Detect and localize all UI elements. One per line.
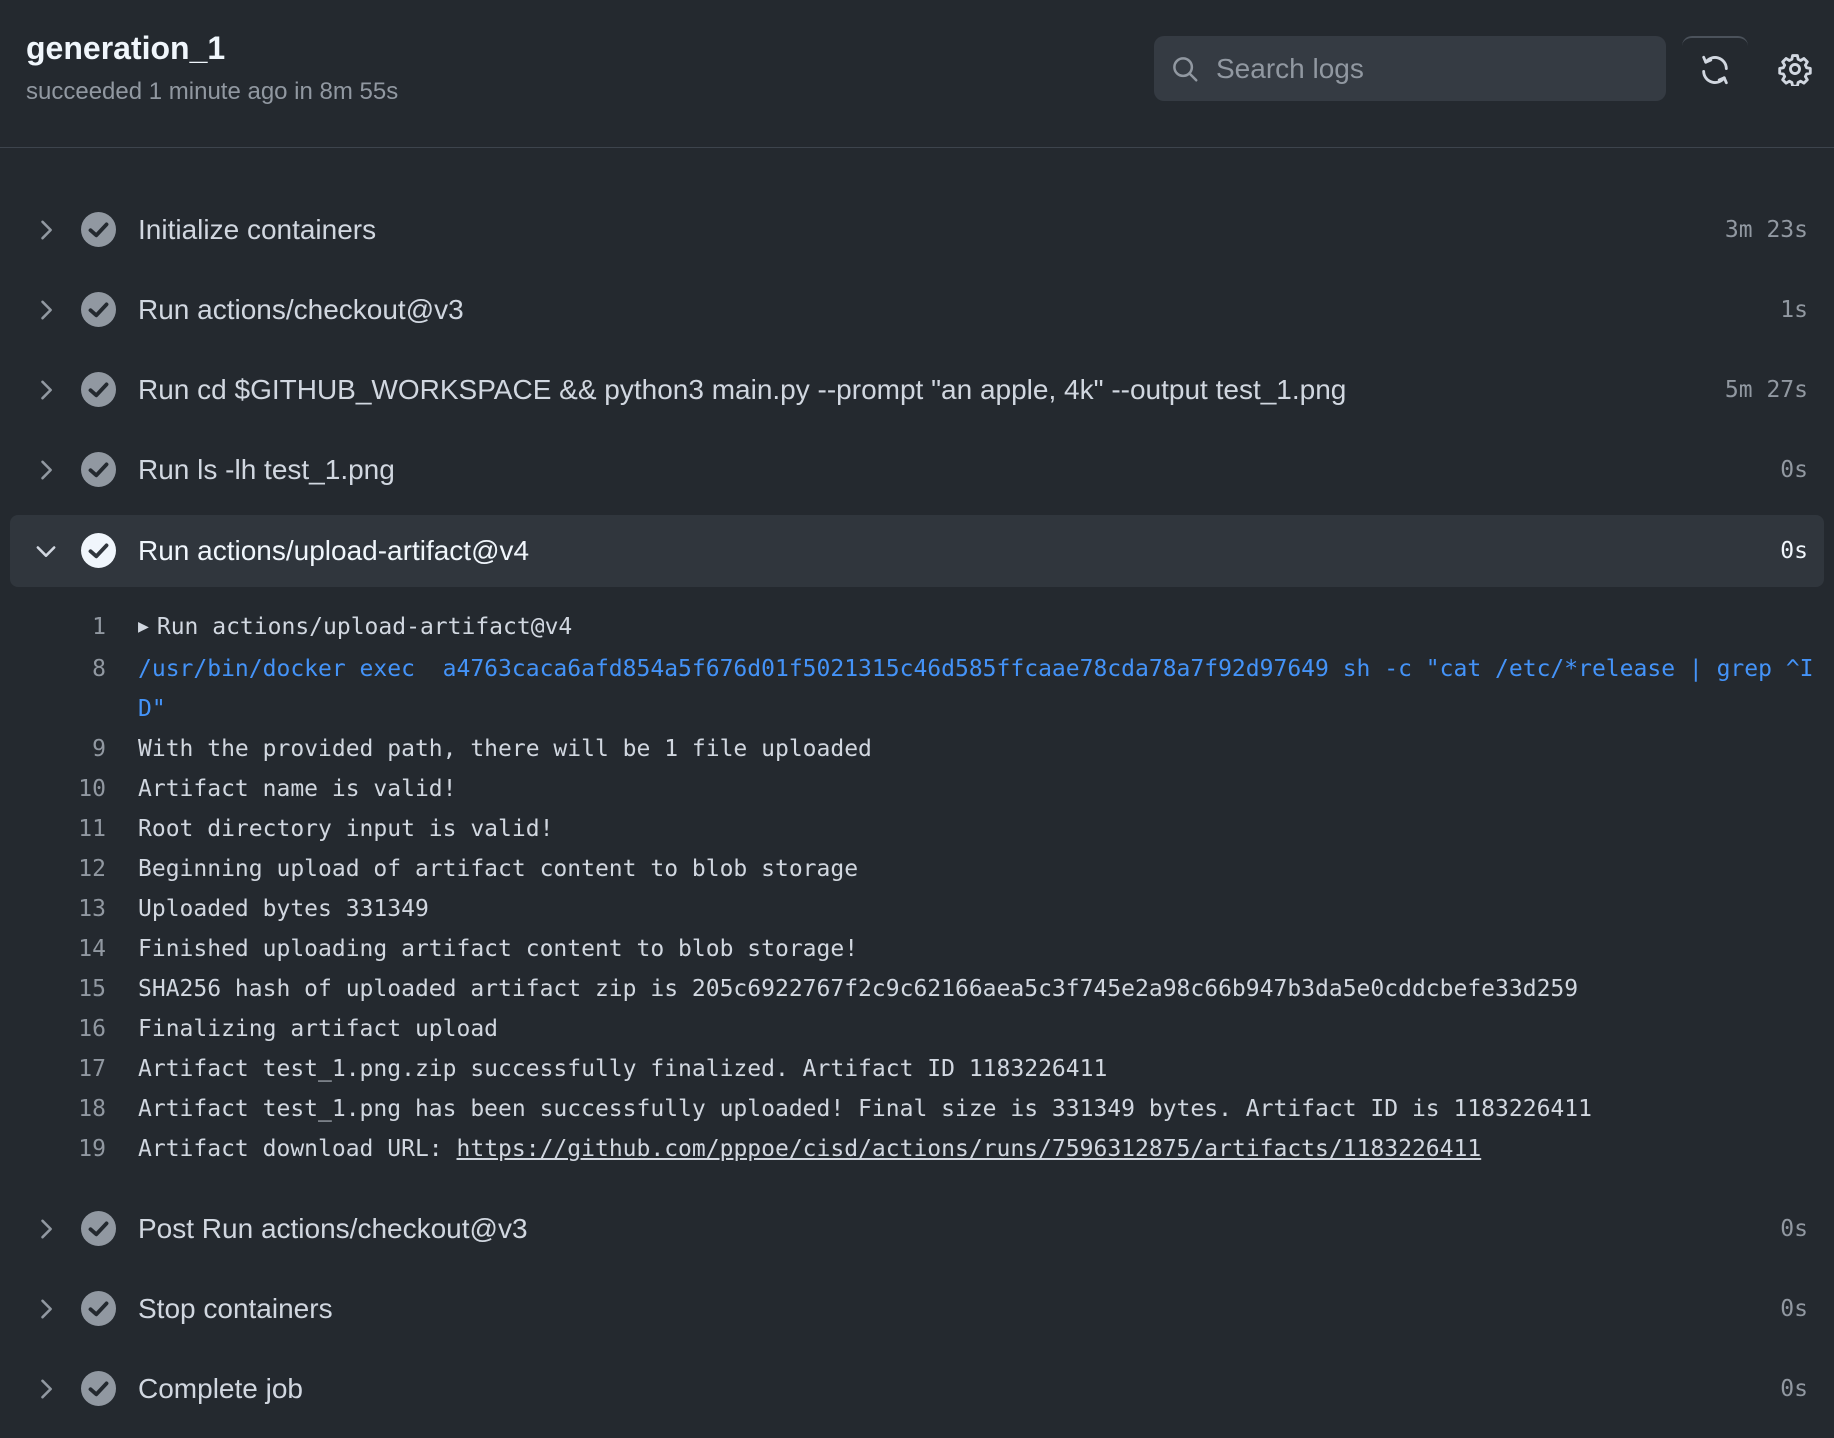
- step-row[interactable]: Stop containers 0s: [10, 1273, 1824, 1345]
- log-line: 13 Uploaded bytes 331349: [0, 889, 1834, 929]
- check-circle-icon: [81, 292, 116, 327]
- log-text: With the provided path, there will be 1 …: [138, 736, 872, 762]
- step-duration: 0s: [1780, 1376, 1808, 1402]
- chevron-right-icon: [41, 460, 52, 480]
- log-text: Finished uploading artifact content to b…: [138, 936, 859, 962]
- step-row[interactable]: Post Run actions/checkout@v3 0s: [10, 1193, 1824, 1265]
- log-text: Artifact name is valid!: [138, 776, 457, 802]
- log-line: 9 With the provided path, there will be …: [0, 729, 1834, 769]
- job-header: generation_1 succeeded 1 minute ago in 8…: [0, 0, 1834, 148]
- line-number[interactable]: 1: [0, 607, 106, 649]
- line-number[interactable]: 13: [0, 889, 106, 929]
- chevron-right-icon: [41, 1299, 52, 1319]
- log-text: Artifact test_1.png has been successfull…: [138, 1096, 1592, 1122]
- log-line: 14 Finished uploading artifact content t…: [0, 929, 1834, 969]
- log-text-with-link: Artifact download URL: https://github.co…: [138, 1129, 1814, 1169]
- check-circle-icon: [81, 533, 116, 568]
- step-name: Run ls -lh test_1.png: [138, 454, 395, 485]
- step-duration: 1s: [1780, 297, 1808, 323]
- step-name: Post Run actions/checkout@v3: [138, 1213, 528, 1244]
- chevron-right-icon: [41, 220, 52, 240]
- log-output: 1 ▶ Run actions/upload-artifact@v4 8 /usr…: [0, 607, 1834, 1169]
- check-circle-icon: [81, 1371, 116, 1406]
- log-text: Finalizing artifact upload: [138, 1016, 499, 1042]
- log-text: Artifact test_1.png.zip successfully fin…: [138, 1056, 1108, 1082]
- line-number[interactable]: 8: [0, 649, 106, 729]
- step-duration: 0s: [1780, 1296, 1808, 1322]
- log-line[interactable]: 1 ▶ Run actions/upload-artifact@v4: [0, 607, 1834, 649]
- step-duration: 3m 23s: [1724, 217, 1808, 243]
- step-duration: 0s: [1780, 538, 1808, 564]
- step-row[interactable]: Initialize containers 3m 23s: [10, 194, 1824, 266]
- job-status-text: succeeded 1 minute ago in 8m 55s: [26, 78, 399, 105]
- step-name: Stop containers: [138, 1293, 333, 1324]
- log-line: 16 Finalizing artifact upload: [0, 1009, 1834, 1049]
- step-name: Initialize containers: [138, 214, 377, 245]
- steps-list: Initialize containers 3m 23s Run actions…: [0, 149, 1834, 1438]
- step-row-expanded[interactable]: Run actions/upload-artifact@v4 0s: [10, 515, 1824, 587]
- check-circle-icon: [81, 372, 116, 407]
- step-row[interactable]: Complete job 0s: [10, 1353, 1824, 1425]
- step-name: Complete job: [138, 1373, 303, 1404]
- line-number[interactable]: 15: [0, 969, 106, 1009]
- log-command-text: /usr/bin/docker exec a4763caca6afd854a5f…: [138, 656, 1814, 722]
- line-number[interactable]: 9: [0, 729, 106, 769]
- step-row[interactable]: Run cd $GITHUB_WORKSPACE && python3 main…: [10, 354, 1824, 426]
- log-text: Root directory input is valid!: [138, 816, 554, 842]
- log-line: 10 Artifact name is valid!: [0, 769, 1834, 809]
- log-line: 19 Artifact download URL: https://github…: [0, 1129, 1834, 1169]
- step-row[interactable]: Run actions/checkout@v3 1s: [10, 274, 1824, 346]
- log-text: Run actions/upload-artifact@v4: [156, 614, 573, 640]
- search-input[interactable]: [1214, 51, 1634, 86]
- chevron-right-icon: [41, 1219, 52, 1239]
- line-number[interactable]: 12: [0, 849, 106, 889]
- log-text: Uploaded bytes 331349: [138, 896, 429, 922]
- line-number[interactable]: 14: [0, 929, 106, 969]
- log-line: 18 Artifact test_1.png has been successf…: [0, 1089, 1834, 1129]
- step-duration: 0s: [1780, 457, 1808, 483]
- chevron-down-icon: [36, 546, 56, 557]
- gear-icon: [1778, 54, 1812, 86]
- line-number[interactable]: 18: [0, 1089, 106, 1129]
- job-title: generation_1: [26, 30, 226, 66]
- line-number[interactable]: 19: [0, 1129, 106, 1169]
- log-line: 11 Root directory input is valid!: [0, 809, 1834, 849]
- step-name: Run cd $GITHUB_WORKSPACE && python3 main…: [138, 374, 1347, 405]
- log-group-toggle[interactable]: ▶ Run actions/upload-artifact@v4: [138, 607, 1814, 649]
- log-text: Artifact download URL:: [138, 1136, 457, 1162]
- check-circle-icon: [81, 452, 116, 487]
- search-icon: [1173, 56, 1198, 81]
- chevron-right-icon: [41, 300, 52, 320]
- step-row[interactable]: Run ls -lh test_1.png 0s: [10, 434, 1824, 506]
- step-name: Run actions/checkout@v3: [138, 294, 464, 325]
- line-number[interactable]: 17: [0, 1049, 106, 1089]
- refresh-button[interactable]: [1682, 36, 1748, 102]
- artifact-download-link[interactable]: https://github.com/pppoe/cisd/actions/ru…: [457, 1136, 1482, 1162]
- line-number[interactable]: 16: [0, 1009, 106, 1049]
- chevron-right-icon: [41, 380, 52, 400]
- check-circle-icon: [81, 212, 116, 247]
- search-box[interactable]: [1154, 36, 1666, 101]
- settings-button[interactable]: [1762, 36, 1828, 102]
- triangle-right-icon: ▶: [138, 616, 149, 637]
- check-circle-icon: [81, 1211, 116, 1246]
- log-line: 17 Artifact test_1.png.zip successfully …: [0, 1049, 1834, 1089]
- log-text: SHA256 hash of uploaded artifact zip is …: [138, 976, 1579, 1002]
- step-name: Run actions/upload-artifact@v4: [138, 535, 530, 566]
- line-number[interactable]: 10: [0, 769, 106, 809]
- log-line: 8 /usr/bin/docker exec a4763caca6afd854a…: [0, 649, 1834, 729]
- log-line: 15 SHA256 hash of uploaded artifact zip …: [0, 969, 1834, 1009]
- refresh-icon: [1702, 55, 1728, 85]
- chevron-right-icon: [41, 1379, 52, 1399]
- check-circle-icon: [81, 1291, 116, 1326]
- log-text: Beginning upload of artifact content to …: [138, 856, 859, 882]
- step-duration: 0s: [1780, 1216, 1808, 1242]
- log-line: 12 Beginning upload of artifact content …: [0, 849, 1834, 889]
- step-duration: 5m 27s: [1724, 377, 1808, 403]
- line-number[interactable]: 11: [0, 809, 106, 849]
